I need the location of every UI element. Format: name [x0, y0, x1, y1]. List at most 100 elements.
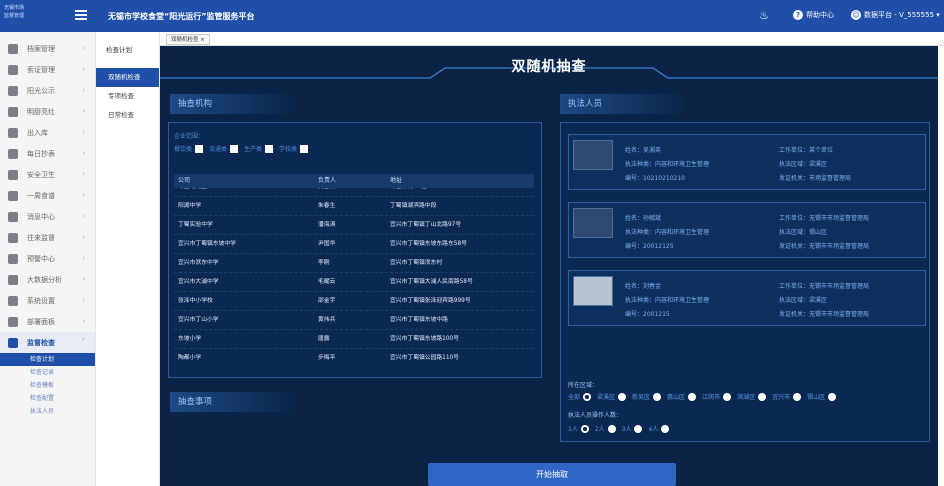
sidebar-item-alerts[interactable]: 预警中心 › [0, 248, 95, 269]
table-row[interactable]: 丁蜀实验中学 潘海涛 宜兴市丁蜀镇丁山北路97号 [174, 216, 534, 235]
sidebar-item-analytics[interactable]: 大数据分析 › [0, 269, 95, 290]
radio-label: 惠山区 [667, 394, 686, 401]
filter-option-production[interactable]: 生产类 [244, 144, 274, 153]
region-option[interactable]: 江阴市 [702, 392, 732, 401]
radio-button[interactable] [723, 392, 732, 401]
checkbox[interactable] [265, 144, 274, 153]
count-option[interactable]: 2人 [595, 424, 616, 433]
user-menu[interactable]: ☺ 数据平台 - V_555555 ▾ [851, 10, 940, 20]
region-option-all[interactable]: 全部 [568, 392, 592, 401]
sidebar-item-settings[interactable]: 系统设置 › [0, 290, 95, 311]
camera-icon [8, 106, 18, 117]
checkbox[interactable] [195, 144, 204, 153]
radio-button[interactable] [607, 424, 616, 433]
sidebar-subitem-plan[interactable]: 检查计划 [0, 353, 95, 366]
enterprise-filter: 企业范围： 餐饮类 流通类 生产类 学校类 [174, 131, 314, 153]
tab-bar: 双随机检查 × [160, 32, 944, 46]
bell-icon[interactable]: ♨ [758, 9, 770, 22]
sidebar-item-label: 系统设置 [27, 296, 55, 305]
table-row[interactable]: 宜兴市洑东中学 李刚 宜兴市丁蜀镇洑东村 [174, 254, 534, 273]
region-option[interactable]: 宜兴市 [772, 392, 802, 401]
table-row[interactable]: 陶都小学 步梅平 宜兴市丁蜀镇公园路110号 [174, 349, 534, 366]
sidebar-item-supervise[interactable]: 往来监督 › [0, 227, 95, 248]
logo: 无锡市场 监督管理 [4, 4, 50, 28]
staff-card[interactable]: 姓名：刘春金 执法种类：内容和环境卫生管理 编号：2001215 工作单位：无锡… [568, 270, 926, 326]
sidebar-item-kitchen[interactable]: 明厨亮灶 › [0, 101, 95, 122]
sidebar-item-menu[interactable]: 一周食谱 › [0, 185, 95, 206]
table-row[interactable]: 东坡小学 唐露 宜兴市丁蜀镇东坡路100号 [174, 330, 534, 349]
table-row[interactable]: 阳湖中学 朱春生 丁蜀镇湖滨路中段 [174, 197, 534, 216]
column-header-company: 公司 [178, 177, 191, 184]
radio-button[interactable] [618, 392, 627, 401]
sidebar-item-label: 预警中心 [27, 254, 55, 263]
sidebar-item-safety[interactable]: 安全卫生 › [0, 164, 95, 185]
chevron-right-icon: › [82, 149, 85, 157]
table-row[interactable]: 绿苗幼儿园吴春燕绿苗新村12幢 [174, 188, 534, 197]
alert-icon [8, 253, 18, 264]
staff-type: 执法种类：内容和环境卫生管理 [625, 161, 710, 168]
radio-button[interactable] [653, 392, 662, 401]
count-option[interactable]: 4人 [648, 424, 670, 433]
sidebar-item-label: 明厨亮灶 [27, 107, 55, 116]
filter-option-circulation[interactable]: 流通类 [209, 144, 239, 153]
sidebar: 档案管理 › 索证管理 › 阳光公示 › 明厨亮灶 › 出入库 › 每日抄表 › 安全卫生 ›… [0, 32, 96, 486]
region-option[interactable]: 惠山区 [667, 392, 697, 401]
count-option[interactable]: 3人 [622, 424, 643, 433]
staff-card[interactable]: 姓名：孙毓斌 执法种类：内容和环境卫生管理 编号：20012125 工作单位：无… [568, 202, 926, 258]
sidebar-item-messages[interactable]: 消息中心 › [0, 206, 95, 227]
sidebar-item-meter[interactable]: 每日抄表 › [0, 143, 95, 164]
staff-id: 编号：10210210210 [625, 175, 685, 182]
sidebar-subitem-records[interactable]: 检查记录 [0, 366, 95, 379]
message-icon [8, 211, 18, 222]
checkbox[interactable] [300, 144, 309, 153]
sidebar-subitem-staff[interactable]: 执法人员 [0, 405, 95, 418]
radio-button[interactable] [828, 392, 837, 401]
radio-label: 江阴市 [702, 394, 721, 401]
region-option[interactable]: 锡山区 [807, 392, 837, 401]
cell-address: 宜兴市丁蜀镇东坡路100号 [390, 336, 460, 342]
staff-card[interactable]: 姓名：吴湘英 执法种类：内容和环境卫生管理 编号：10210210210 工作单… [568, 134, 926, 190]
radio-button[interactable] [688, 392, 697, 401]
sidebar-item-archive[interactable]: 档案管理 › [0, 38, 95, 59]
cell-manager: 潘海涛 [318, 222, 336, 228]
radio-button[interactable] [580, 424, 589, 433]
filter-option-catering[interactable]: 餐饮类 [174, 144, 204, 153]
sidebar-item-license[interactable]: 索证管理 › [0, 59, 95, 80]
menu-toggle-icon[interactable] [75, 10, 87, 20]
sidebar-subitem-config[interactable]: 检查配置 [0, 392, 95, 405]
start-draw-button[interactable]: 开始抽取 [428, 463, 676, 486]
cell-address: 宜兴市丁蜀镇张泽迎宾路999号 [390, 298, 471, 304]
sidebar-item-label: 阳光公示 [27, 86, 55, 95]
subnav-item-special[interactable]: 专项检查 [96, 87, 159, 106]
help-center-link[interactable]: ? 帮助中心 [793, 10, 834, 20]
checkbox[interactable] [230, 144, 239, 153]
radio-button[interactable] [583, 392, 592, 401]
chevron-right-icon: › [82, 212, 85, 220]
radio-button[interactable] [758, 392, 767, 401]
table-row[interactable]: 宜兴市丁山小学 黄伟兵 宜兴市丁蜀镇东坡中路 [174, 311, 534, 330]
sidebar-subitem-templates[interactable]: 检查模板 [0, 379, 95, 392]
sidebar-item-warehouse[interactable]: 出入库 › [0, 122, 95, 143]
table-row[interactable]: 张泽中小学校 邵金宇 宜兴市丁蜀镇张泽迎宾路999号 [174, 292, 534, 311]
region-option[interactable]: 梁溪区 [597, 392, 627, 401]
region-option[interactable]: 滨湖区 [737, 392, 767, 401]
table-row[interactable]: 宜兴市大浦中学 毛耀云 宜兴市丁蜀镇大浦人民南路58号 [174, 273, 534, 292]
radio-button[interactable] [793, 392, 802, 401]
table-row[interactable]: 宜兴市丁蜀镇东坡中学 尹国华 宜兴市丁蜀镇东坡东路东58号 [174, 235, 534, 254]
tab-random-inspection[interactable]: 双随机检查 × [166, 34, 210, 45]
count-option[interactable]: 1人 [568, 424, 589, 433]
sidebar-item-notice[interactable]: 阳光公示 › [0, 80, 95, 101]
radio-button[interactable] [634, 424, 643, 433]
radio-button[interactable] [661, 424, 670, 433]
filter-option-school[interactable]: 学校类 [279, 144, 309, 153]
table-body[interactable]: 绿苗幼儿园吴春燕绿苗新村12幢 阳湖中学 朱春生 丁蜀镇湖滨路中段 丁蜀实验中学 潘海… [174, 188, 534, 366]
subnav-item-random[interactable]: 双随机检查 [96, 68, 159, 87]
staff-photo [573, 140, 613, 170]
sidebar-item-deploy[interactable]: 部署面板 › [0, 311, 95, 332]
sidebar-item-inspection[interactable]: 监督检查 ˅ [0, 332, 95, 353]
cell-company: 绿苗幼儿园 [174, 188, 318, 196]
radio-label: 梁溪区 [597, 394, 616, 401]
subnav-item-daily[interactable]: 日常检查 [96, 106, 159, 125]
chevron-right-icon: › [82, 317, 85, 325]
region-option[interactable]: 新吴区 [632, 392, 662, 401]
